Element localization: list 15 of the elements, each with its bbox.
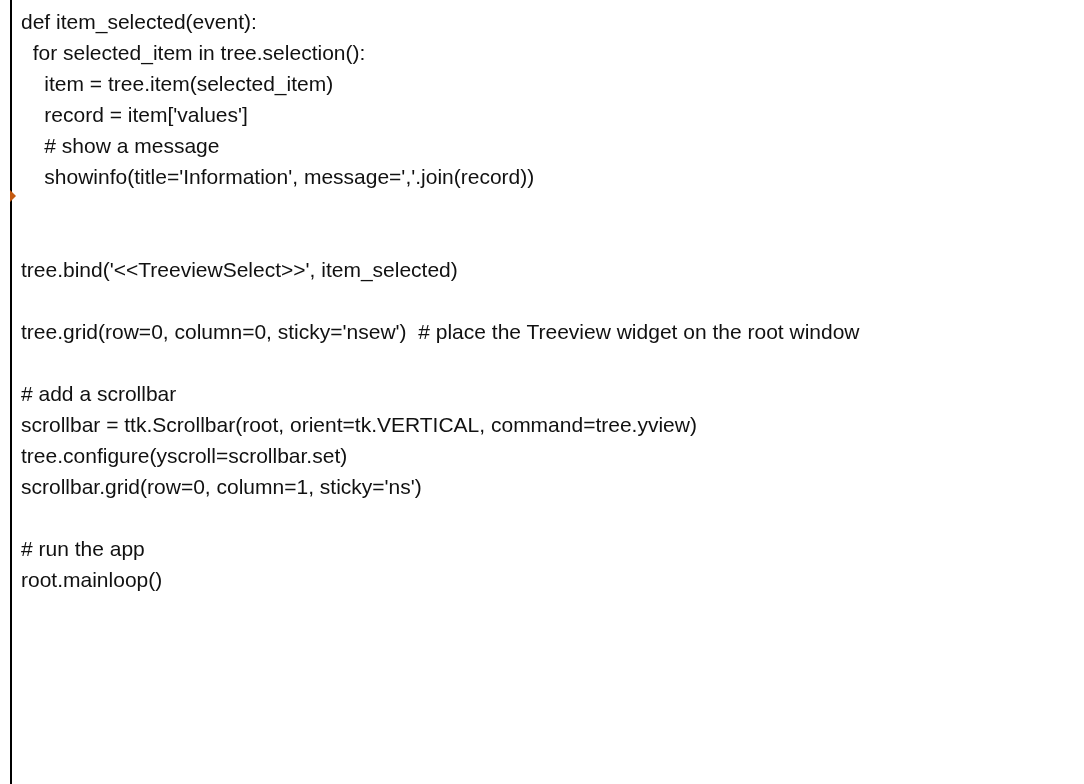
code-line: scrollbar.grid(row=0, column=1, sticky='ns') (21, 474, 423, 500)
code-line: tree.configure(yscroll=scrollbar.set) (21, 443, 349, 469)
code-line: for selected_item in tree.selection(): (31, 40, 367, 67)
code-line: def item_selected(event): (21, 9, 258, 36)
code-line: tree.grid(row=0, column=0, sticky='nsew') # place the Treeview widget on the root window (21, 319, 861, 345)
code-line: item = tree.item(selected_item) (43, 71, 335, 98)
code-line: showinfo(title='Information', message=','.join(record)) (43, 164, 536, 190)
code-line: # show a message (43, 133, 221, 159)
code-line: scrollbar = ttk.Scrollbar(root, orient=tk.VERTICAL, command=tree.yview) (21, 412, 698, 438)
code-line: # add a scrollbar (21, 381, 178, 407)
code-line: tree.bind('<<TreeviewSelect>>', item_selected) (21, 257, 459, 284)
code-line: # run the app (21, 536, 146, 562)
code-line: root.mainloop() (21, 567, 164, 593)
triangle-marker-icon (10, 190, 16, 202)
code-line: record = item['values'] (43, 102, 249, 128)
